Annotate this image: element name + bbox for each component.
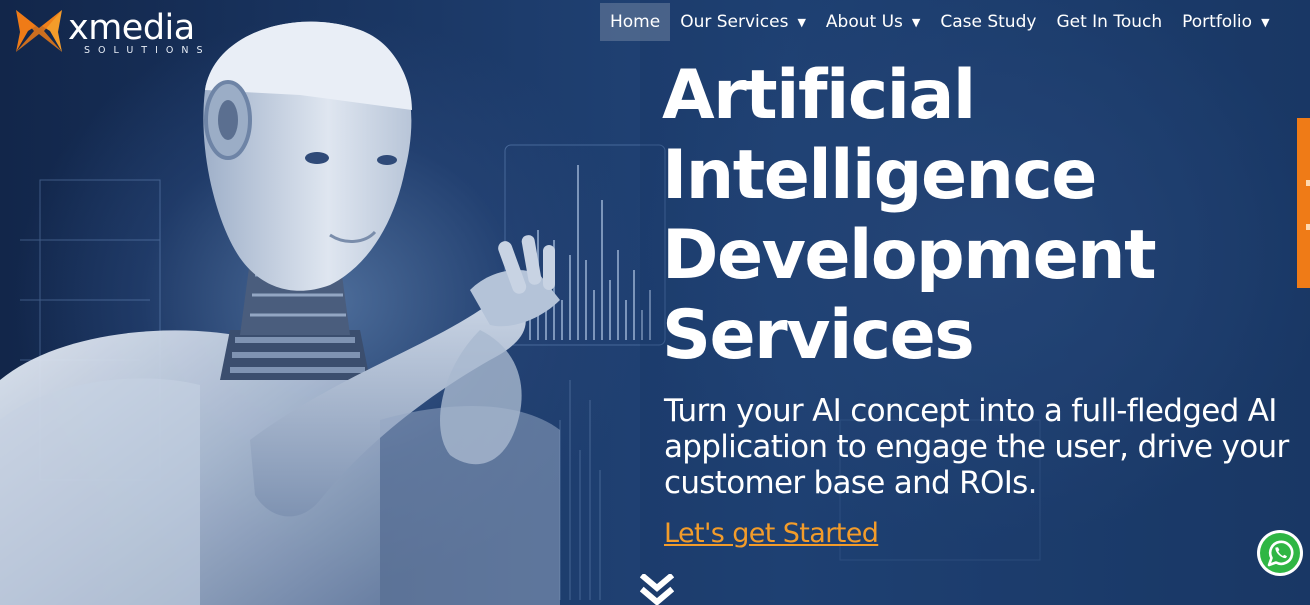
get-started-link[interactable]: Let's get Started (664, 518, 879, 549)
hero-banner: xmedia SOLUTIONS Home Our Services ▼ Abo… (0, 0, 1310, 605)
nav-item-portfolio[interactable]: Portfolio ▼ (1172, 3, 1279, 41)
nav-item-label: Our Services (680, 12, 789, 32)
whatsapp-icon[interactable] (1256, 529, 1304, 577)
brand-name: xmedia (68, 8, 195, 48)
hero-title-line: Development (662, 216, 1157, 295)
xmedia-logo-mark-icon (16, 10, 62, 52)
caret-down-icon: ▼ (797, 16, 806, 29)
nav-item-label: Case Study (940, 12, 1037, 32)
caret-down-icon: ▼ (1261, 16, 1270, 29)
hero-title: Artificial Intelligence Development Serv… (662, 56, 1157, 376)
main-navigation: Home Our Services ▼ About Us ▼ Case Stud… (600, 3, 1280, 41)
side-feedback-tab[interactable] (1297, 118, 1310, 288)
brand-logo[interactable]: xmedia SOLUTIONS (14, 8, 214, 56)
nav-item-label: About Us (825, 12, 903, 32)
hero-title-line: Artificial (662, 56, 976, 135)
nav-item-home[interactable]: Home (600, 3, 671, 41)
brand-tagline: SOLUTIONS (84, 45, 211, 56)
hero-title-line: Services (662, 296, 975, 375)
side-tab-marker (1306, 180, 1310, 186)
nav-item-label: Portfolio (1182, 12, 1253, 32)
nav-item-get-in-touch[interactable]: Get In Touch (1046, 3, 1172, 41)
nav-item-label: Get In Touch (1056, 12, 1163, 32)
nav-item-case-study[interactable]: Case Study (930, 3, 1046, 41)
double-chevron-down-icon[interactable] (640, 574, 674, 605)
side-tab-marker (1306, 224, 1310, 230)
hero-subtitle: Turn your AI concept into a full-fledged… (664, 393, 1289, 501)
nav-item-label: Home (610, 12, 661, 32)
nav-item-our-services[interactable]: Our Services ▼ (670, 3, 816, 41)
nav-item-about-us[interactable]: About Us ▼ (816, 3, 930, 41)
hero-title-line: Intelligence (662, 136, 1097, 215)
caret-down-icon: ▼ (911, 16, 921, 29)
